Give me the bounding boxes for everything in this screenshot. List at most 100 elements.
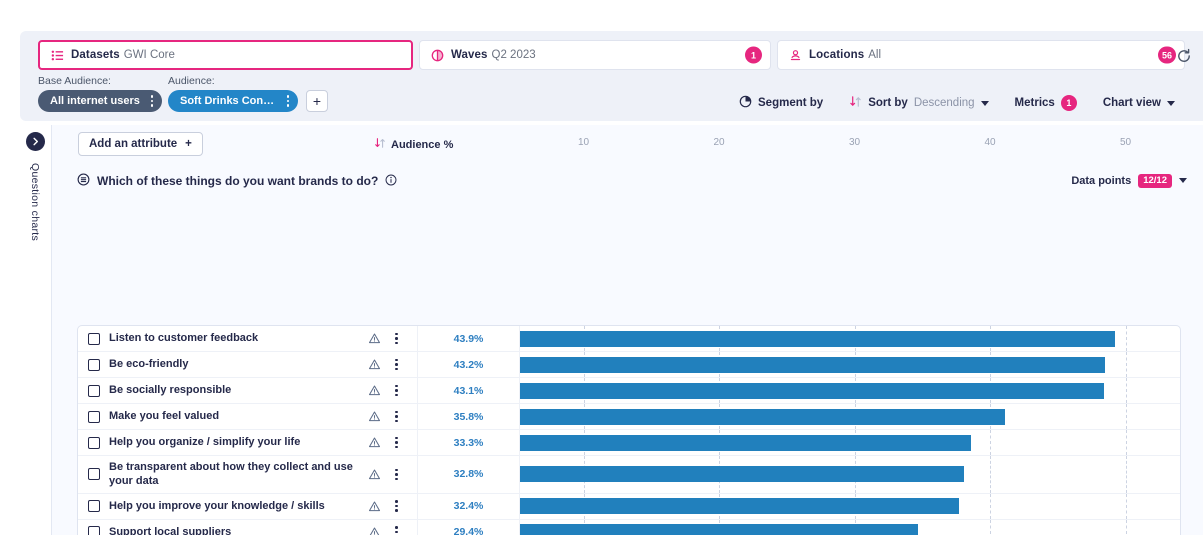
table-row[interactable]: Make you feel valued35.8% [78,404,1180,430]
question-chart-page: Datasets GWI Core Waves Q2 2023 1 [0,0,1203,555]
bar[interactable] [520,383,1104,399]
warning-triangle-icon[interactable] [368,468,381,481]
bar[interactable] [520,435,971,451]
attribute-label-cell: Make you feel valued [78,404,368,429]
row-kebab-icon[interactable] [392,469,401,481]
filter-datasets[interactable]: Datasets GWI Core [38,40,413,70]
row-kebab-icon[interactable] [392,500,401,512]
audience-percent-cell: 43.2% [418,352,520,377]
filter-waves[interactable]: Waves Q2 2023 1 [419,40,771,70]
bar[interactable] [520,409,1005,425]
data-points-label: Data points [1071,175,1131,187]
bar[interactable] [520,524,918,535]
chip-base-audience[interactable]: All internet users [38,90,162,112]
audience-kebab-icon[interactable] [284,95,293,107]
table-row[interactable]: Help you improve your knowledge / skills… [78,494,1180,520]
chip-audience[interactable]: Soft Drinks Consum... [168,90,298,112]
filter-datasets-value: GWI Core [124,49,175,61]
table-row[interactable]: Support local suppliers 29.4% [78,520,1180,535]
warning-triangle-icon[interactable] [368,358,381,371]
row-checkbox[interactable] [88,333,100,345]
table-row[interactable]: Be transparent about how they collect an… [78,456,1180,494]
row-checkbox[interactable] [88,411,100,423]
rail-label-question-charts: Question charts [29,163,41,241]
x-axis-tick-50: 50 [1120,137,1131,148]
audience-percent-cell: 32.4% [418,494,520,519]
warning-triangle-icon[interactable] [368,384,381,397]
add-audience-button[interactable]: + [306,90,328,112]
bar[interactable] [520,357,1105,373]
table-row[interactable]: Be eco-friendly 43.2% [78,352,1180,378]
sort-arrows-icon [849,95,862,111]
gridline-40 [990,430,991,455]
base-audience-kebab-icon[interactable] [148,95,157,107]
sort-chevron-down-icon[interactable] [981,101,989,106]
attribute-label-text: Make you feel valued [109,409,219,423]
filter-locations[interactable]: Locations All 56 [777,40,1185,70]
row-kebab-icon[interactable] [392,359,401,371]
segment-by-button[interactable]: Segment by [739,95,823,111]
row-kebab-icon[interactable] [392,385,401,397]
row-kebab-icon[interactable] [392,411,401,423]
table-row[interactable]: Help you organize / simplify your life 33… [78,430,1180,456]
data-points-chevron-down-icon[interactable] [1179,178,1187,183]
gridline-40 [990,520,991,535]
bar[interactable] [520,498,959,514]
bar[interactable] [520,466,964,482]
x-axis-tick-30: 30 [849,137,860,148]
row-kebab-icon[interactable] [392,526,401,535]
warning-triangle-icon[interactable] [368,500,381,513]
metrics-count-badge: 1 [1061,95,1077,111]
attribute-label-cell: Be transparent about how they collect an… [78,456,368,493]
row-checkbox[interactable] [88,359,100,371]
metrics-button[interactable]: Metrics 1 [1015,95,1077,111]
row-kebab-icon[interactable] [392,333,401,345]
row-actions-cell [368,456,418,493]
attribute-label-cell: Support local suppliers [78,520,368,535]
audience-percent-cell: 29.4% [418,520,520,535]
row-checkbox[interactable] [88,500,100,512]
gridline-40 [990,456,991,493]
attribute-label-text: Help you organize / simplify your life [109,435,300,449]
gridline-40 [990,494,991,519]
chart-view-button[interactable]: Chart view [1103,97,1175,109]
table-row[interactable]: Listen to customer feedback43.9% [78,326,1180,352]
row-checkbox[interactable] [88,468,100,480]
bar-cell [520,520,1180,535]
info-icon[interactable] [385,174,397,189]
chart-view-chevron-down-icon[interactable] [1167,101,1175,106]
row-actions-cell [368,352,418,377]
row-checkbox[interactable] [88,526,100,535]
x-axis-ticks: 1020304050 [52,137,1203,151]
row-checkbox[interactable] [88,437,100,449]
chip-audience-label: Soft Drinks Consum... [180,95,276,107]
filter-waves-value: Q2 2023 [492,49,536,61]
attribute-label-text: Be eco-friendly [109,357,188,371]
filter-pill-row: Datasets GWI Core Waves Q2 2023 1 [38,40,1185,70]
wave-pie-icon [430,48,444,62]
chevron-right-icon[interactable] [26,132,45,151]
warning-triangle-icon[interactable] [368,436,381,449]
gridline-50 [1126,520,1127,535]
segment-by-label: Segment by [758,97,823,109]
row-actions-cell [368,494,418,519]
warning-triangle-icon[interactable] [368,332,381,345]
refresh-icon[interactable] [1173,45,1195,67]
row-actions-cell [368,326,418,351]
waves-count-badge: 1 [745,47,762,64]
sort-by-button[interactable]: Sort by Descending [849,95,988,111]
warning-triangle-icon[interactable] [368,410,381,423]
bar[interactable] [520,331,1115,347]
table-row[interactable]: Be socially responsible43.1% [78,378,1180,404]
audience-percent-cell: 33.3% [418,430,520,455]
warning-triangle-icon[interactable] [368,526,381,535]
attribute-label-cell: Help you improve your knowledge / skills [78,494,368,519]
filter-datasets-label: Datasets [71,49,120,61]
metrics-label: Metrics [1015,97,1055,109]
row-kebab-icon[interactable] [392,437,401,449]
chart-card: Add an attribute + Audience % 1020304050 [51,125,1203,535]
attribute-label-cell: Listen to customer feedback [78,326,368,351]
bar-cell [520,326,1180,351]
row-checkbox[interactable] [88,385,100,397]
data-points-selector[interactable]: Data points 12/12 [1071,174,1187,188]
